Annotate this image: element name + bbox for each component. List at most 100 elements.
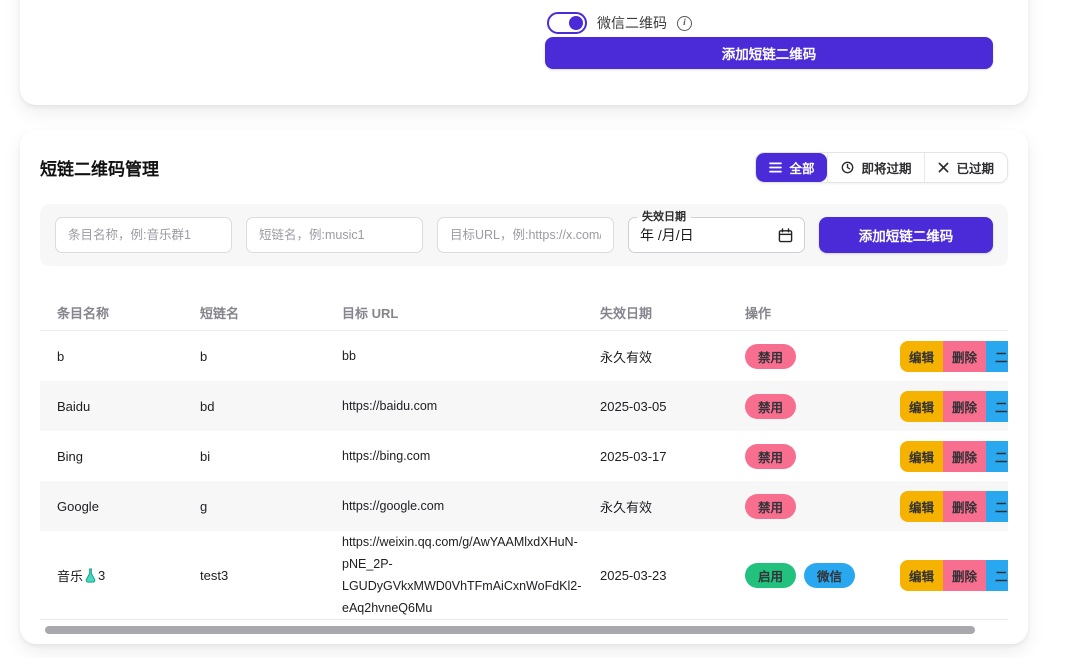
url-filter-input[interactable] [437, 217, 614, 253]
list-icon [769, 162, 782, 173]
status-badge[interactable]: 禁用 [745, 494, 796, 519]
row-action-group: 编辑删除二维码 [900, 391, 1008, 422]
table-header: 条目名称 短链名 目标 URL 失效日期 操作 [40, 295, 1008, 331]
header-slug: 短链名 [200, 303, 342, 322]
slug-filter-input[interactable] [246, 217, 423, 253]
cell-actions: 编辑删除二维码 [900, 391, 1008, 422]
cell-target-url: https://baidu.com [342, 395, 594, 417]
tab-all[interactable]: 全部 [756, 153, 827, 182]
cell-actions: 编辑删除二维码 [900, 341, 1008, 372]
cell-entry-name: 音乐3 [57, 566, 200, 585]
tab-label: 已过期 [956, 158, 994, 177]
row-action-group: 编辑删除二维码 [900, 491, 1008, 522]
row-action-group: 编辑删除二维码 [900, 441, 1008, 472]
scrollbar-thumb[interactable] [45, 626, 975, 634]
cell-actions: 编辑删除二维码 [900, 441, 1008, 472]
toggle-knob [569, 16, 583, 30]
cell-status: 禁用 [745, 394, 900, 419]
horizontal-scrollbar[interactable] [40, 626, 1008, 634]
delete-row-button[interactable]: 删除 [943, 560, 986, 591]
table-row: Googleghttps://google.com 永久有效禁用 编辑删除二维码 [40, 481, 1008, 531]
cell-slug: bd [200, 399, 342, 414]
tab-expiring-soon[interactable]: 即将过期 [827, 153, 924, 182]
cell-actions: 编辑删除二维码 [900, 560, 1008, 591]
tab-label: 全部 [789, 158, 814, 177]
cell-slug: bi [200, 449, 342, 464]
cell-target-url: https://weixin.qq.com/g/AwYAAMlxdXHuN-pN… [342, 531, 594, 619]
cell-slug: b [200, 349, 342, 364]
table-row: Baidubdhttps://baidu.com 2025-03-05禁用 编辑删除… [40, 381, 1008, 431]
flask-icon [84, 568, 97, 583]
status-badge[interactable]: 启用 [745, 563, 796, 588]
cell-actions: 编辑删除二维码 [900, 491, 1008, 522]
delete-row-button[interactable]: 删除 [943, 491, 986, 522]
add-qrcode-form-card: 微信二维码 i 添加短链二维码 [20, 0, 1028, 105]
header-name: 条目名称 [57, 303, 200, 322]
edit-row-button[interactable]: 编辑 [900, 491, 943, 522]
cell-expiry-date: 2025-03-23 [600, 568, 745, 583]
row-action-group: 编辑删除二维码 [900, 560, 1008, 591]
edit-row-button[interactable]: 编辑 [900, 391, 943, 422]
tab-expired[interactable]: 已过期 [924, 153, 1007, 182]
qrcode-manager-card: 短链二维码管理 全部 即将过期 已过期 失效日期 年 /月/日 添加短链二维码 条目… [20, 130, 1028, 644]
cell-expiry-date: 永久有效 [600, 497, 745, 516]
calendar-icon[interactable] [778, 228, 793, 243]
cell-entry-name: Baidu [57, 399, 200, 414]
table-row: 音乐3test3https://weixin.qq.com/g/AwYAAMlx… [40, 531, 1008, 620]
qrcode-table: 条目名称 短链名 目标 URL 失效日期 操作 bbbb永久有效禁用编辑删除二维… [40, 295, 1008, 620]
qrcode-row-button[interactable]: 二维码 [986, 341, 1008, 372]
qrcode-row-button[interactable]: 二维码 [986, 491, 1008, 522]
name-filter-input[interactable] [55, 217, 232, 253]
clock-icon [841, 161, 854, 174]
delete-row-button[interactable]: 删除 [943, 391, 986, 422]
cell-entry-name: b [57, 349, 200, 364]
info-icon[interactable]: i [677, 16, 692, 31]
wechat-toggle-label: 微信二维码 [597, 13, 667, 33]
delete-row-button[interactable]: 删除 [943, 341, 986, 372]
edit-row-button[interactable]: 编辑 [900, 560, 943, 591]
filter-bar: 失效日期 年 /月/日 添加短链二维码 [40, 204, 1008, 266]
cell-entry-name: Bing [57, 449, 200, 464]
cell-status: 启用微信 [745, 563, 900, 588]
cell-target-url: bb [342, 345, 594, 367]
cell-slug: test3 [200, 568, 342, 583]
table-row: Bingbihttps://bing.com 2025-03-17禁用 编辑删除二维… [40, 431, 1008, 481]
page-title: 短链二维码管理 [40, 155, 159, 180]
status-badge[interactable]: 禁用 [745, 444, 796, 469]
cell-slug: g [200, 499, 342, 514]
expiry-date-value: 年 /月/日 [640, 225, 694, 245]
cell-status: 禁用 [745, 494, 900, 519]
delete-row-button[interactable]: 删除 [943, 441, 986, 472]
card-header: 短链二维码管理 全部 即将过期 已过期 [20, 130, 1028, 183]
wechat-badge[interactable]: 微信 [804, 563, 855, 588]
cell-expiry-date: 2025-03-17 [600, 449, 745, 464]
tab-label: 即将过期 [861, 158, 911, 177]
qrcode-row-button[interactable]: 二维码 [986, 441, 1008, 472]
qrcode-row-button[interactable]: 二维码 [986, 560, 1008, 591]
add-shortlink-qrcode-button-top[interactable]: 添加短链二维码 [545, 37, 993, 69]
cell-status: 禁用 [745, 344, 900, 369]
add-shortlink-qrcode-button[interactable]: 添加短链二维码 [819, 217, 993, 253]
header-url: 目标 URL [342, 303, 600, 322]
table-row: bbbb永久有效禁用编辑删除二维码 [40, 331, 1008, 381]
cell-entry-name: Google [57, 499, 200, 514]
header-expiry: 失效日期 [600, 303, 745, 322]
edit-row-button[interactable]: 编辑 [900, 341, 943, 372]
status-badge[interactable]: 禁用 [745, 344, 796, 369]
cell-expiry-date: 永久有效 [600, 347, 745, 366]
cell-target-url: https://bing.com [342, 445, 594, 467]
cell-expiry-date: 2025-03-05 [600, 399, 745, 414]
table-body: bbbb永久有效禁用编辑删除二维码Baidubdhttps://baidu.co… [40, 331, 1008, 620]
cell-target-url: https://google.com [342, 495, 594, 517]
filter-tabs: 全部 即将过期 已过期 [755, 152, 1008, 183]
x-icon [938, 162, 949, 173]
qrcode-row-button[interactable]: 二维码 [986, 391, 1008, 422]
row-action-group: 编辑删除二维码 [900, 341, 1008, 372]
wechat-qrcode-toggle[interactable] [547, 12, 587, 34]
page: 微信二维码 i 添加短链二维码 短链二维码管理 全部即将过期已过期 失效日期 年… [0, 0, 1066, 658]
status-badge[interactable]: 禁用 [745, 394, 796, 419]
edit-row-button[interactable]: 编辑 [900, 441, 943, 472]
expiry-date-field[interactable]: 失效日期 年 /月/日 [628, 217, 805, 253]
cell-status: 禁用 [745, 444, 900, 469]
wechat-toggle-row: 微信二维码 i [547, 12, 692, 34]
